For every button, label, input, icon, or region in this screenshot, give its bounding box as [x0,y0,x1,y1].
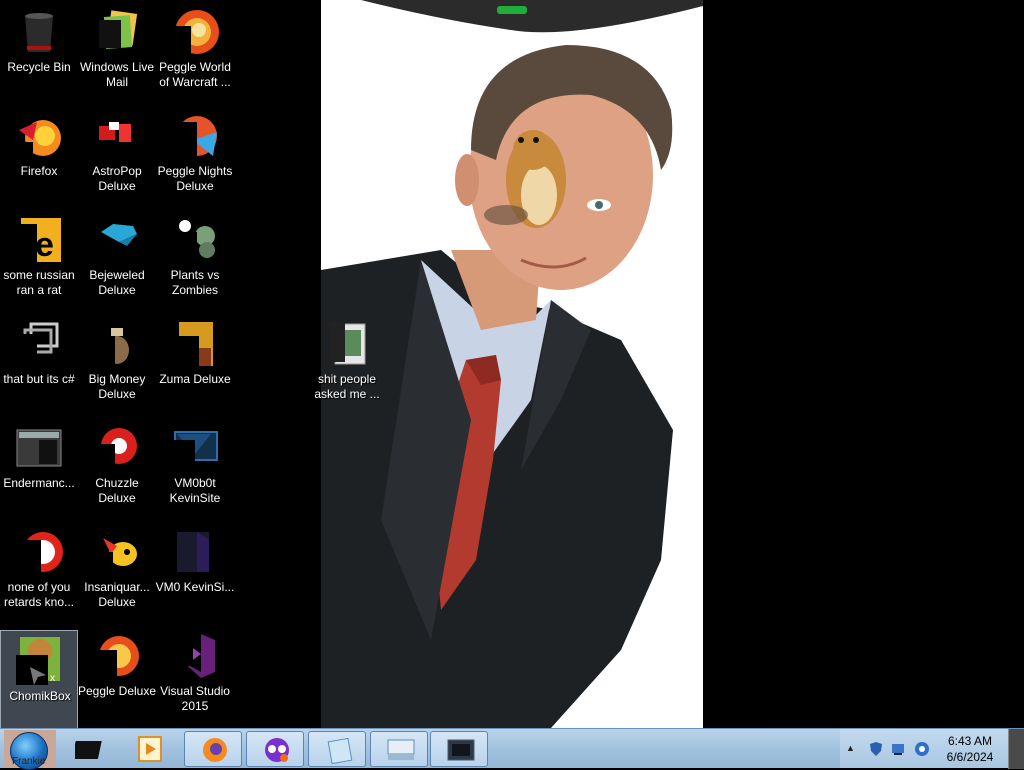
desktop-icon-vm0b0t[interactable]: VM0b0t KevinSite [156,418,234,518]
folder-icon [323,320,371,368]
icon-label: VM0b0t KevinSite [169,476,221,505]
icon-label: ChomikBox [9,689,71,703]
icon-label: shit people asked me ... [314,372,380,401]
system-tray: ▲ 6:43 AM 6/6/2024 [840,729,1024,768]
desktop-icon-peggle-nights[interactable]: Peggle Nights Deluxe [156,106,234,206]
shortcut-e-icon: e [15,216,63,264]
icon-label: Recycle Bin [7,60,71,74]
peggle-wow-icon [171,8,219,56]
desktop-icon-windows-live-mail[interactable]: Windows Live Mail [78,2,156,102]
media-player-icon [138,736,162,762]
icon-label: some russian ran a rat [3,268,75,297]
icon-label: AstroPop Deluxe [92,164,142,193]
plants-vs-zombies-icon [171,216,219,264]
desktop-icon-none-of-you[interactable]: none of you retards kno... [0,522,78,622]
icon-label: none of you retards kno... [3,580,75,609]
clock-date: 6/6/2024 [946,750,994,764]
icon-label: Windows Live Mail [79,60,155,89]
desktop-icon-peggle-wow[interactable]: Peggle World of Warcraft ... [156,2,234,102]
firefox-icon [203,738,227,762]
icon-label: Peggle Deluxe [77,684,157,698]
peggle-deluxe-icon [93,632,141,680]
taskbar-keyboard-app[interactable] [370,731,428,767]
big-money-icon [93,320,141,368]
icon-label: Chuzzle Deluxe [95,476,139,505]
desktop-icon-that-but-csharp[interactable]: that but its c# [0,314,78,414]
visual-studio-icon [171,632,219,680]
desktop-icon-folder[interactable]: shit people asked me ... [308,314,386,414]
taskbar-display-app[interactable] [430,731,488,767]
icon-label: Zuma Deluxe [159,372,231,386]
icon-label: Peggle Nights Deluxe [157,164,233,193]
vm0b0t-icon [171,424,219,472]
clock-time: 6:43 AM [947,734,993,748]
start-button[interactable]: Frankie [4,730,56,770]
svg-text:x: x [50,673,55,684]
desktop[interactable]: Recycle Bin Windows Live Mail Peggle Wor… [0,0,1024,728]
taskbar-firefox[interactable] [184,731,242,767]
taskbar-bonzi[interactable] [246,731,304,767]
desktop-icon-astropop[interactable]: AstroPop Deluxe [78,106,156,206]
zuma-icon [171,320,219,368]
firefox-icon [15,112,63,160]
taskbar-app-black-box[interactable] [60,731,118,767]
icon-label: that but its c# [3,372,75,386]
icon-label: Peggle World of Warcraft ... [159,60,231,89]
icon-label: Big Money Deluxe [88,372,146,401]
display-app-icon [447,739,475,761]
taskbar-notepad[interactable] [308,731,366,767]
icon-label: Bejeweled Deluxe [89,268,145,297]
desktop-icon-bejeweled[interactable]: Bejeweled Deluxe [78,210,156,310]
clock[interactable]: 6:43 AM 6/6/2024 [940,733,1000,765]
icon-label: Insaniquar... Deluxe [84,580,150,609]
insaniquarium-icon [93,528,141,576]
endermanch-icon [15,424,63,472]
chuzzle-icon [93,424,141,472]
desktop-icon-insaniquarium[interactable]: Insaniquar... Deluxe [78,522,156,622]
volume-icon[interactable] [914,741,930,757]
shortcut-red-icon [15,528,63,576]
peggle-nights-icon [171,112,219,160]
app-black-box-icon [75,741,102,759]
bejeweled-icon [93,216,141,264]
icon-label: Firefox [20,164,58,178]
desktop-icon-big-money[interactable]: Big Money Deluxe [78,314,156,414]
desktop-icon-visual-studio[interactable]: Visual Studio 2015 [156,626,234,726]
show-desktop-button[interactable] [1008,729,1024,769]
desktop-icon-some-russian[interactable]: e some russian ran a rat [0,210,78,310]
desktop-icon-plants-vs-zombies[interactable]: Plants vs Zombies [156,210,234,310]
network-icon[interactable] [890,741,906,757]
desktop-icon-peggle-deluxe[interactable]: Peggle Deluxe [78,626,156,726]
bonzi-purple-icon [265,738,289,762]
chomikbox-icon: x [16,637,64,685]
icon-label: Endermanc... [3,476,75,490]
taskbar-media-player[interactable] [120,731,178,767]
shield-icon[interactable] [868,741,884,757]
desktop-icon-recycle-bin[interactable]: Recycle Bin [0,2,78,102]
desktop-icon-zuma[interactable]: Zuma Deluxe [156,314,234,414]
desktop-icon-endermanch[interactable]: Endermanc... [0,418,78,518]
windows-live-mail-icon [93,8,141,56]
desktop-icon-chomikbox[interactable]: x ChomikBox [0,630,78,728]
notepad-app-icon [327,737,353,764]
shortcut-window-icon [15,320,63,368]
show-hidden-icons-icon[interactable]: ▲ [846,743,855,753]
desktop-icon-vm0[interactable]: VM0 KevinSi... [156,522,234,622]
svg-text:e: e [35,226,54,264]
taskbar: Frankie ▲ 6:43 AM 6/6/2024 [0,728,1024,770]
keyboard-app-icon [387,739,415,760]
icon-label: Plants vs Zombies [170,268,220,297]
icon-label: VM0 KevinSi... [155,580,235,594]
desktop-icon-firefox[interactable]: Firefox [0,106,78,206]
start-label: Frankie [12,756,46,767]
desktop-icon-chuzzle[interactable]: Chuzzle Deluxe [78,418,156,518]
icon-label: Visual Studio 2015 [160,684,230,713]
vm0-icon [171,528,219,576]
astropop-icon [93,112,141,160]
recycle-bin-icon [15,8,63,56]
